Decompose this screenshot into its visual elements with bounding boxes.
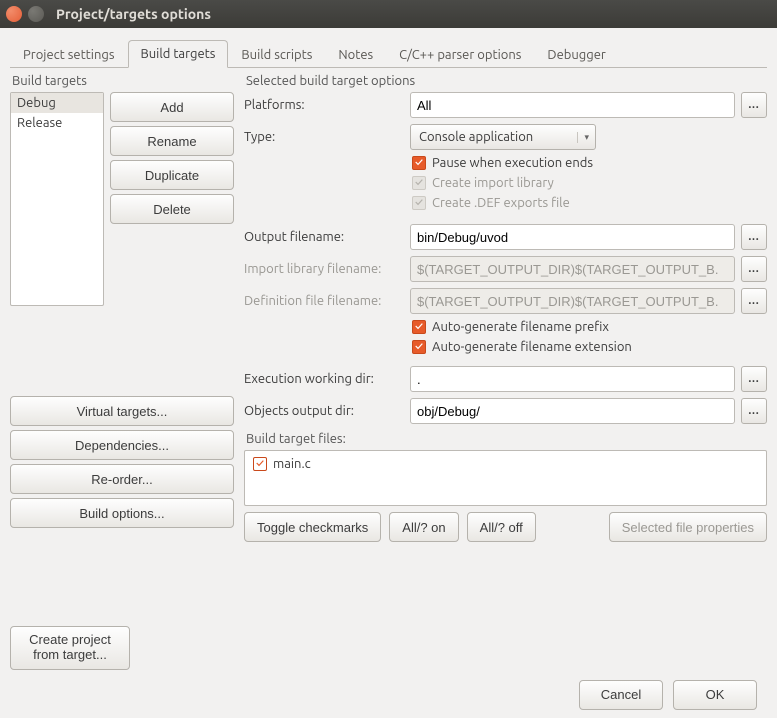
dependencies-button[interactable]: Dependencies... [10, 430, 234, 460]
tab-project-settings[interactable]: Project settings [10, 41, 128, 68]
objects-dir-browse-button[interactable]: ... [741, 398, 767, 424]
pause-checkbox[interactable]: Pause when execution ends [410, 156, 767, 170]
tabs-row: Project settings Build targets Build scr… [10, 38, 767, 68]
all-on-button[interactable]: All/? on [389, 512, 458, 542]
cancel-button[interactable]: Cancel [579, 680, 663, 710]
execution-dir-input[interactable] [410, 366, 735, 392]
tab-build-scripts[interactable]: Build scripts [228, 41, 325, 68]
platforms-input[interactable] [410, 92, 735, 118]
objects-dir-input[interactable] [410, 398, 735, 424]
tab-debugger[interactable]: Debugger [534, 41, 618, 68]
tab-notes[interactable]: Notes [325, 41, 386, 68]
type-label: Type: [244, 130, 404, 144]
dialog-content: Project settings Build targets Build scr… [0, 28, 777, 718]
execution-dir-browse-button[interactable]: ... [741, 366, 767, 392]
tab-parser-options[interactable]: C/C++ parser options [386, 41, 534, 68]
ok-button[interactable]: OK [673, 680, 757, 710]
execution-dir-label: Execution working dir: [244, 372, 404, 386]
selected-file-properties-button: Selected file properties [609, 512, 767, 542]
build-target-files-legend: Build target files: [244, 430, 767, 450]
chevron-down-icon: ▾ [577, 132, 589, 143]
left-column: Build targets Debug Release Add Rename D… [10, 72, 234, 670]
target-list[interactable]: Debug Release [10, 92, 104, 306]
all-off-button[interactable]: All/? off [467, 512, 536, 542]
virtual-targets-button[interactable]: Virtual targets... [10, 396, 234, 426]
import-library-browse-button[interactable]: ... [741, 256, 767, 282]
output-filename-label: Output filename: [244, 230, 404, 244]
file-item[interactable]: main.c [251, 457, 760, 471]
footer: Cancel OK [10, 670, 767, 710]
selected-target-options-legend: Selected build target options [244, 72, 767, 92]
definition-file-browse-button[interactable]: ... [741, 288, 767, 314]
create-import-library-checkbox: Create import library [410, 176, 767, 190]
platforms-label: Platforms: [244, 98, 404, 112]
build-options-button[interactable]: Build options... [10, 498, 234, 528]
delete-button[interactable]: Delete [110, 194, 234, 224]
auto-extension-checkbox[interactable]: Auto-generate filename extension [410, 340, 767, 354]
close-icon[interactable] [6, 6, 22, 22]
create-project-from-target-button[interactable]: Create project from target... [10, 626, 130, 670]
toggle-checkmarks-button[interactable]: Toggle checkmarks [244, 512, 381, 542]
import-library-filename-input [410, 256, 735, 282]
import-library-filename-label: Import library filename: [244, 262, 404, 276]
target-item-release[interactable]: Release [11, 113, 103, 133]
auto-prefix-checkbox[interactable]: Auto-generate filename prefix [410, 320, 767, 334]
objects-dir-label: Objects output dir: [244, 404, 404, 418]
rename-button[interactable]: Rename [110, 126, 234, 156]
platforms-browse-button[interactable]: ... [741, 92, 767, 118]
minimize-icon[interactable] [28, 6, 44, 22]
target-item-debug[interactable]: Debug [11, 93, 103, 113]
reorder-button[interactable]: Re-order... [10, 464, 234, 494]
create-def-exports-checkbox: Create .DEF exports file [410, 196, 767, 210]
build-targets-legend: Build targets [10, 72, 234, 92]
type-select[interactable]: Console application ▾ [410, 124, 596, 150]
duplicate-button[interactable]: Duplicate [110, 160, 234, 190]
add-button[interactable]: Add [110, 92, 234, 122]
definition-file-filename-input [410, 288, 735, 314]
output-filename-input[interactable] [410, 224, 735, 250]
window-title: Project/targets options [56, 6, 211, 22]
titlebar: Project/targets options [0, 0, 777, 28]
output-filename-browse-button[interactable]: ... [741, 224, 767, 250]
right-column: Selected build target options Platforms:… [244, 72, 767, 670]
type-value: Console application [419, 130, 533, 144]
build-target-files-list[interactable]: main.c [244, 450, 767, 506]
definition-file-filename-label: Definition file filename: [244, 294, 404, 308]
tab-build-targets[interactable]: Build targets [128, 40, 229, 68]
